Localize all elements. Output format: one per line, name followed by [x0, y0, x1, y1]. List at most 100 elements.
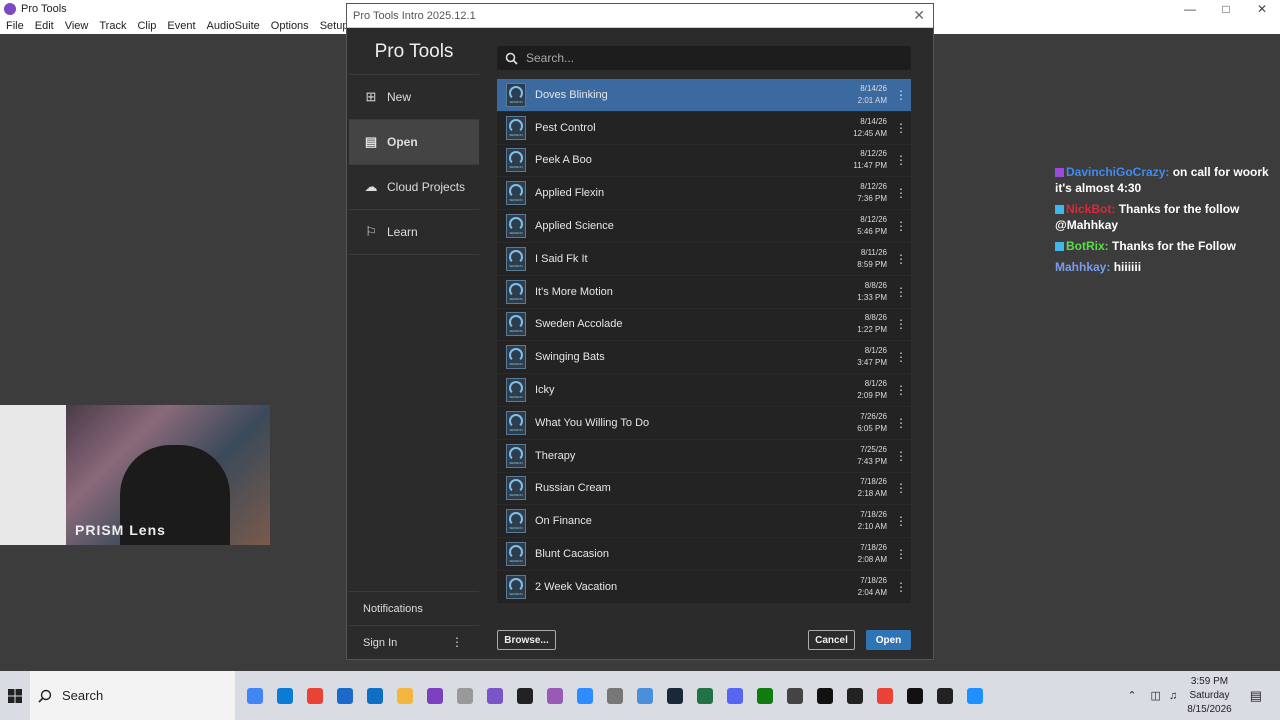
row-menu-icon[interactable]: ⋮: [895, 514, 907, 528]
session-row[interactable]: SESSION Peek A Boo 8/12/26 11:47 PM ⋮: [497, 144, 911, 178]
session-row[interactable]: SESSION Blunt Cacasion 7/18/26 2:08 AM ⋮: [497, 538, 911, 571]
taskbar-app-icon[interactable]: [307, 687, 323, 704]
session-file-icon: SESSION: [506, 542, 526, 567]
menu-item-options[interactable]: Options: [271, 20, 309, 32]
row-menu-icon[interactable]: ⋮: [895, 481, 907, 495]
row-menu-icon[interactable]: ⋮: [895, 547, 907, 561]
row-menu-icon[interactable]: ⋮: [895, 252, 907, 266]
notifications-center-icon[interactable]: ▤: [1250, 688, 1262, 704]
start-button[interactable]: [0, 688, 30, 703]
session-file-icon: SESSION: [506, 509, 526, 534]
taskbar-search[interactable]: Search: [30, 671, 235, 720]
row-menu-icon[interactable]: ⋮: [895, 186, 907, 200]
nav-item-open[interactable]: ▤ Open: [349, 120, 479, 165]
menu-item-view[interactable]: View: [65, 20, 89, 32]
menu-item-audiosuite[interactable]: AudioSuite: [207, 20, 260, 32]
menu-item-event[interactable]: Event: [167, 20, 195, 32]
session-row[interactable]: SESSION It's More Motion 8/8/26 1:33 PM ⋮: [497, 275, 911, 309]
taskbar-app-icon[interactable]: [757, 687, 773, 704]
open-button[interactable]: Open: [866, 630, 911, 650]
taskbar-app-icon[interactable]: [517, 687, 533, 704]
taskbar-app-icon[interactable]: [637, 687, 653, 704]
taskbar-app-icon[interactable]: [487, 687, 503, 704]
taskbar-app-icon[interactable]: [607, 687, 623, 704]
menu-item-edit[interactable]: Edit: [35, 20, 54, 32]
session-icon-label: SESSION: [509, 362, 523, 367]
chat-username: NickBot:: [1066, 202, 1116, 216]
row-menu-icon[interactable]: ⋮: [895, 383, 907, 397]
session-row[interactable]: SESSION Applied Flexin 8/12/26 7:36 PM ⋮: [497, 177, 911, 211]
browse-button[interactable]: Browse...: [497, 630, 556, 650]
row-menu-icon[interactable]: ⋮: [895, 317, 907, 331]
nav-item-cloud-projects[interactable]: ☁ Cloud Projects: [349, 165, 479, 210]
row-menu-icon[interactable]: ⋮: [895, 449, 907, 463]
row-menu-icon[interactable]: ⋮: [895, 350, 907, 364]
taskbar-app-icon[interactable]: [427, 687, 443, 704]
session-icon-label: SESSION: [509, 526, 523, 531]
tray-chevron-icon[interactable]: ⌃: [1127, 689, 1136, 702]
close-icon[interactable]: ✕: [1244, 0, 1280, 18]
taskbar-app-icon[interactable]: [367, 687, 383, 704]
session-time: 11:47 PM: [853, 161, 887, 171]
row-menu-icon[interactable]: ⋮: [895, 153, 907, 167]
more-options-icon[interactable]: ⋮: [451, 635, 463, 649]
row-menu-icon[interactable]: ⋮: [895, 285, 907, 299]
taskbar-app-icon[interactable]: [667, 687, 683, 704]
taskbar-app-icon[interactable]: [907, 687, 923, 704]
session-icon-label: SESSION: [509, 329, 523, 334]
session-row[interactable]: SESSION Applied Science 8/12/26 5:46 PM ⋮: [497, 210, 911, 243]
session-row[interactable]: SESSION 2 Week Vacation 7/18/26 2:04 AM ⋮: [497, 570, 911, 604]
session-ring-icon: [509, 151, 523, 166]
taskbar-app-icon[interactable]: [817, 687, 833, 704]
session-row[interactable]: SESSION Sweden Accolade 8/8/26 1:22 PM ⋮: [497, 308, 911, 342]
session-name: Russian Cream: [535, 482, 611, 495]
taskbar-app-icon[interactable]: [247, 687, 263, 704]
taskbar-app-icon[interactable]: [877, 687, 893, 704]
session-file-icon: SESSION: [506, 82, 526, 107]
nav-item-new[interactable]: ⊞ New: [349, 75, 479, 120]
session-row[interactable]: SESSION Pest Control 8/14/26 12:45 AM ⋮: [497, 111, 911, 145]
menu-item-track[interactable]: Track: [99, 20, 126, 32]
search-input[interactable]: Search...: [497, 46, 911, 70]
minimize-icon[interactable]: —: [1172, 0, 1208, 18]
system-tray: ⌃ ◫ ♫ 3:59 PM Saturday 8/15/2026 ▤: [1127, 671, 1280, 720]
cancel-button[interactable]: Cancel: [808, 630, 855, 650]
row-menu-icon[interactable]: ⋮: [895, 416, 907, 430]
taskbar-app-icon[interactable]: [727, 687, 743, 704]
taskbar-app-icon[interactable]: [547, 687, 563, 704]
sign-in-link[interactable]: Sign In ⋮: [349, 625, 479, 659]
network-icon[interactable]: ◫: [1151, 689, 1161, 702]
session-row[interactable]: SESSION Russian Cream 7/18/26 2:18 AM ⋮: [497, 472, 911, 506]
menu-item-setup[interactable]: Setup: [320, 20, 349, 32]
nav-item-learn[interactable]: ⚐ Learn: [349, 210, 479, 255]
session-row[interactable]: SESSION Swinging Bats 8/1/26 3:47 PM ⋮: [497, 341, 911, 375]
row-menu-icon[interactable]: ⋮: [895, 88, 907, 102]
taskbar-app-icon[interactable]: [787, 687, 803, 704]
notifications-link[interactable]: Notifications: [349, 591, 479, 625]
menu-item-file[interactable]: File: [6, 20, 24, 32]
taskbar-app-icon[interactable]: [847, 687, 863, 704]
session-row[interactable]: SESSION Therapy 7/25/26 7:43 PM ⋮: [497, 439, 911, 473]
volume-icon[interactable]: ♫: [1169, 690, 1177, 702]
row-menu-icon[interactable]: ⋮: [895, 219, 907, 233]
row-menu-icon[interactable]: ⋮: [895, 580, 907, 594]
taskbar-app-icon[interactable]: [697, 687, 713, 704]
row-menu-icon[interactable]: ⋮: [895, 121, 907, 135]
maximize-icon[interactable]: □: [1208, 0, 1244, 18]
dialog-close-icon[interactable]: ✕: [913, 7, 925, 24]
session-row[interactable]: SESSION On Finance 7/18/26 2:10 AM ⋮: [497, 505, 911, 539]
session-row[interactable]: SESSION What You Willing To Do 7/26/26 6:05…: [497, 406, 911, 440]
taskbar-app-icon[interactable]: [337, 687, 353, 704]
session-row[interactable]: SESSION Doves Blinking 8/14/26 2:01 AM ⋮: [497, 79, 911, 112]
taskbar-app-icon[interactable]: [967, 687, 983, 704]
session-time: 2:01 AM: [857, 95, 887, 105]
clock[interactable]: 3:59 PM Saturday 8/15/2026: [1187, 675, 1232, 717]
session-row[interactable]: SESSION I Said Fk It 8/11/26 8:59 PM ⋮: [497, 242, 911, 276]
taskbar-app-icon[interactable]: [457, 687, 473, 704]
taskbar-app-icon[interactable]: [577, 687, 593, 704]
menu-item-clip[interactable]: Clip: [137, 20, 156, 32]
taskbar-app-icon[interactable]: [277, 687, 293, 704]
taskbar-app-icon[interactable]: [937, 687, 953, 704]
session-row[interactable]: SESSION Icky 8/1/26 2:09 PM ⋮: [497, 374, 911, 407]
taskbar-app-icon[interactable]: [397, 687, 413, 704]
